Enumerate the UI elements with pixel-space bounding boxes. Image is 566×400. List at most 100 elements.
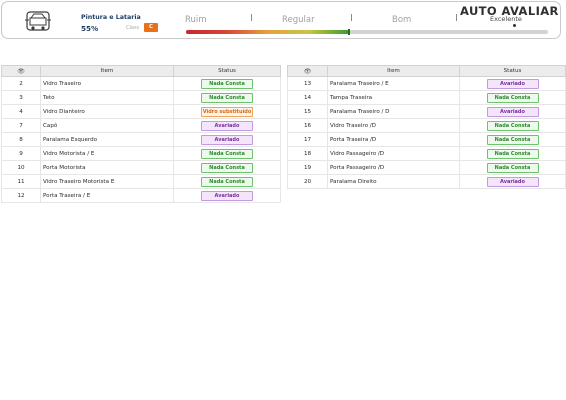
item-name: Vidro Traseiro /D <box>327 118 460 133</box>
row-number: 12 <box>1 188 41 203</box>
item-name: Teto <box>40 90 174 105</box>
table-row: 8 Paralama Esquerdo Avariado <box>1 132 281 147</box>
status-cell: Nada Consta <box>173 174 281 189</box>
column-header-item: Item <box>40 65 174 77</box>
status-cell: Avariado <box>459 174 566 189</box>
item-name: Tampa Traseira <box>327 90 460 105</box>
logo-dot <box>513 24 516 27</box>
status-cell: Nada Consta <box>459 90 566 105</box>
status-badge: Avariado <box>201 134 253 145</box>
row-number: 13 <box>287 76 328 91</box>
table-body: 13 Paralama Traseiro / E Avariado 14 Tampa T… <box>287 76 566 189</box>
row-number: 8 <box>1 132 41 147</box>
status-badge: Avariado <box>486 78 539 89</box>
column-header-status: Status <box>459 65 566 77</box>
table-row: 11 Vidro Traseiro Motorista E Nada Consta <box>1 174 281 189</box>
row-number: 15 <box>287 104 328 119</box>
row-number: 16 <box>287 118 328 133</box>
item-name: Porta Traseira / E <box>40 188 174 203</box>
status-cell: Nada Consta <box>173 146 281 161</box>
item-name: Paralama Direito <box>327 174 460 189</box>
item-name: Vidro Traseiro Motorista E <box>40 174 174 189</box>
status-badge: Nada Consta <box>486 148 539 159</box>
status-badge: Avariado <box>201 120 253 131</box>
item-name: Porta Traseira /D <box>327 132 460 147</box>
scale-divider <box>251 14 252 21</box>
scale-label-poor: Ruim <box>185 15 207 25</box>
status-badge: Vidro substituído <box>201 106 253 117</box>
row-number: 17 <box>287 132 328 147</box>
row-number: 3 <box>1 90 41 105</box>
status-cell: Vidro substituído <box>173 104 281 119</box>
row-number: 4 <box>1 104 41 119</box>
table-row: 14 Tampa Traseira Nada Consta <box>287 90 566 105</box>
row-number: 20 <box>287 174 328 189</box>
row-number: 18 <box>287 146 328 161</box>
score-bar <box>186 29 548 35</box>
inspection-summary-card: Pintura e Lataria 55% Class C Ruim Regul… <box>1 1 561 39</box>
car-body-icon <box>25 11 51 31</box>
item-name: Paralama Esquerdo <box>40 132 174 147</box>
scale-label-regular: Regular <box>282 15 315 25</box>
table-row: 7 Capô Avariado <box>1 118 281 133</box>
status-cell: Nada Consta <box>173 160 281 175</box>
column-header-status: Status <box>173 65 281 77</box>
row-number: 2 <box>1 76 41 91</box>
item-name: Vidro Passageiro /D <box>327 146 460 161</box>
column-header-item: Item <box>327 65 460 77</box>
table-row: 10 Porta Motorista Nada Consta <box>1 160 281 175</box>
status-badge: Nada Consta <box>201 162 253 173</box>
status-cell: Nada Consta <box>459 146 566 161</box>
status-badge: Nada Consta <box>486 134 539 145</box>
table-row: 19 Porta Passageiro /D Nada Consta <box>287 160 566 175</box>
status-badge: Avariado <box>486 176 539 187</box>
status-cell: Avariado <box>459 76 566 91</box>
table-row: 20 Paralama Direito Avariado <box>287 174 566 189</box>
item-name: Vidro Traseiro <box>40 76 174 91</box>
status-badge: Nada Consta <box>201 92 253 103</box>
row-number: 9 <box>1 146 41 161</box>
row-number: 7 <box>1 118 41 133</box>
row-number: 10 <box>1 160 41 175</box>
table-body: 2 Vidro Traseiro Nada Consta 3 Teto Nada Cons… <box>1 76 281 203</box>
table-row: 2 Vidro Traseiro Nada Consta <box>1 76 281 91</box>
status-badge: Avariado <box>201 190 253 201</box>
status-cell: Nada Consta <box>459 118 566 133</box>
status-cell: Nada Consta <box>173 76 281 91</box>
table-header-row: 👁 Item Status <box>287 65 566 77</box>
status-cell: Nada Consta <box>459 132 566 147</box>
table-row: 17 Porta Traseira /D Nada Consta <box>287 132 566 147</box>
row-number: 11 <box>1 174 41 189</box>
table-row: 4 Vidro Dianteiro Vidro substituído <box>1 104 281 119</box>
status-cell: Nada Consta <box>459 160 566 175</box>
inspection-table-left: 👁 Item Status 2 Vidro Traseiro Nada Consta… <box>1 65 281 203</box>
status-cell: Avariado <box>173 132 281 147</box>
item-name: Vidro Motorista / E <box>40 146 174 161</box>
status-cell: Avariado <box>459 104 566 119</box>
scale-label-excellent: Excelente <box>490 15 522 23</box>
table-row: 13 Paralama Traseiro / E Avariado <box>287 76 566 91</box>
item-name: Paralama Traseiro / D <box>327 104 460 119</box>
scale-divider <box>456 14 457 21</box>
class-badge: C <box>144 23 158 32</box>
item-name: Porta Passageiro /D <box>327 160 460 175</box>
row-number: 14 <box>287 90 328 105</box>
status-cell: Avariado <box>173 188 281 203</box>
status-badge: Nada Consta <box>201 78 253 89</box>
section-title: Pintura e Lataria <box>81 14 141 21</box>
table-row: 18 Vidro Passageiro /D Nada Consta <box>287 146 566 161</box>
table-row: 15 Paralama Traseiro / D Avariado <box>287 104 566 119</box>
status-cell: Nada Consta <box>173 90 281 105</box>
inspection-table-right: 👁 Item Status 13 Paralama Traseiro / E Ava… <box>287 65 566 189</box>
status-cell: Avariado <box>173 118 281 133</box>
item-name: Vidro Dianteiro <box>40 104 174 119</box>
status-badge: Nada Consta <box>486 120 539 131</box>
table-header-row: 👁 Item Status <box>1 65 281 77</box>
status-badge: Nada Consta <box>201 148 253 159</box>
item-name: Paralama Traseiro / E <box>327 76 460 91</box>
eye-icon: 👁 <box>1 65 41 77</box>
status-badge: Nada Consta <box>486 162 539 173</box>
item-name: Porta Motorista <box>40 160 174 175</box>
status-badge: Nada Consta <box>486 92 539 103</box>
table-row: 12 Porta Traseira / E Avariado <box>1 188 281 203</box>
